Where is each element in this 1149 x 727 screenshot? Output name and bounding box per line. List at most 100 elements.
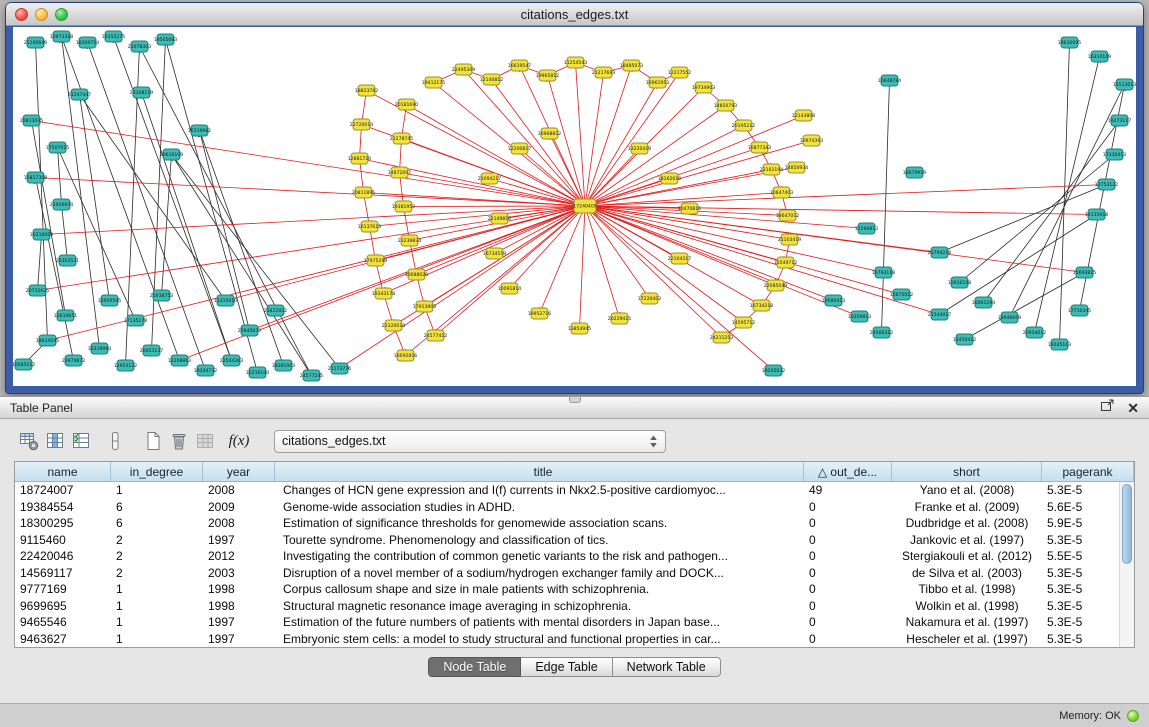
graph-node[interactable]: 19344732 [194, 365, 217, 376]
graph-node[interactable]: 16061294 [972, 297, 995, 308]
graph-node[interactable]: 19734903 [692, 82, 715, 93]
graph-node[interactable]: 17913903 [413, 301, 436, 312]
graph-node[interactable]: 24577412 [424, 330, 447, 341]
graph-node[interactable]: 12753122 [1095, 179, 1118, 190]
graph-node[interactable]: 18823762 [355, 85, 378, 96]
graph-node[interactable]: 17710345 [1068, 305, 1091, 316]
tab-edge-table[interactable]: Edge Table [521, 657, 612, 677]
float-panel-icon[interactable] [1100, 398, 1115, 417]
table-row[interactable]: 946554611997Estimation of the future num… [15, 614, 1134, 631]
table-mode-icon[interactable] [16, 429, 42, 453]
graph-node[interactable]: 19245103 [1048, 339, 1071, 350]
graph-node[interactable]: 23239834 [398, 235, 421, 246]
tab-network-table[interactable]: Network Table [613, 657, 721, 677]
graph-node[interactable]: 19952716 [528, 308, 551, 319]
graph-node[interactable]: 21103419 [778, 234, 801, 245]
graph-node[interactable]: 20053137 [140, 345, 163, 356]
graph-node[interactable]: 15549712 [774, 257, 797, 268]
graph-node[interactable]: 10916108 [948, 277, 971, 288]
graph-node[interactable]: 18309754 [76, 37, 99, 48]
graph-node[interactable]: 25038753 [150, 290, 173, 301]
graph-node[interactable]: 21926974 [50, 199, 73, 210]
column-header-out_degree[interactable]: △ out_de... [804, 462, 892, 481]
graph-node[interactable]: 17975299 [364, 255, 387, 266]
graph-node[interactable]: 18614545 [36, 335, 59, 346]
graph-node[interactable]: 11315010 [214, 295, 237, 306]
graph-node[interactable]: 10585012 [13, 359, 35, 370]
graph-node[interactable]: 11594813 [855, 223, 878, 234]
graph-node[interactable]: 10974393 [800, 135, 823, 146]
window-titlebar[interactable]: citations_edges.txt [6, 3, 1143, 26]
graph-node[interactable]: 22495309 [452, 64, 475, 75]
graph-node[interactable]: 18381903 [272, 360, 295, 371]
graph-node[interactable]: 18647012 [776, 210, 799, 221]
graph-node[interactable]: 19412175 [422, 77, 445, 88]
graph-node[interactable]: 21078303 [128, 41, 151, 52]
graph-node[interactable]: 16319994 [88, 343, 111, 354]
graph-node[interactable]: 15693815 [1073, 267, 1096, 278]
graph-node[interactable]: 12610651 [54, 310, 77, 321]
graph-node[interactable]: 10359813 [848, 311, 871, 322]
graph-node[interactable]: 21247447 [68, 89, 91, 100]
graph-node[interactable]: 18630095 [1058, 37, 1081, 48]
network-view[interactable]: 2516064910973318183097541615527521078303… [13, 27, 1136, 386]
graph-node[interactable]: 15817308 [24, 172, 47, 183]
scrollbar-thumb[interactable] [1122, 484, 1132, 564]
graph-node[interactable]: 20195212 [732, 120, 755, 131]
graph-node[interactable]: 16092816 [394, 350, 417, 361]
close-panel-icon[interactable]: ✕ [1127, 401, 1139, 415]
graph-node[interactable]: 19273117 [1108, 115, 1131, 126]
graph-node[interactable]: 10091814 [498, 283, 521, 294]
column-header-year[interactable]: year [203, 462, 275, 481]
graph-node[interactable]: 19580413 [822, 295, 845, 306]
graph-node[interactable]: 16877343 [748, 142, 771, 153]
column-header-name[interactable]: name [15, 462, 111, 481]
graph-node[interactable]: 20813035 [20, 115, 43, 126]
graph-node[interactable]: 14595712 [732, 317, 755, 328]
graph-node[interactable]: 17507915 [46, 142, 69, 153]
column-header-short[interactable]: short [892, 462, 1042, 481]
graph-node[interactable]: 16137613 [358, 221, 381, 232]
graph-node[interactable]: 19245032 [762, 365, 785, 376]
graph-node[interactable]: 24577245 [300, 370, 323, 381]
graph-node[interactable]: 23974872 [62, 355, 85, 366]
graph-node[interactable]: 19565683 [154, 34, 177, 45]
graph-node[interactable]: 14872007 [388, 167, 411, 178]
graph-node[interactable]: 16619547 [508, 60, 531, 71]
show-columns-icon[interactable] [42, 429, 68, 453]
graph-node[interactable]: 21217693 [592, 67, 615, 78]
graph-node[interactable]: 16310109 [1088, 51, 1111, 62]
graph-node[interactable]: 20732625 [26, 285, 49, 296]
graph-node[interactable]: 14850934 [785, 162, 808, 173]
graph-node[interactable]: 16734519 [483, 248, 506, 259]
close-button[interactable] [15, 8, 28, 21]
graph-node[interactable]: 12450412 [953, 334, 976, 345]
graph-node[interactable]: 22104317 [668, 253, 691, 264]
graph-node[interactable]: 21544017 [928, 309, 951, 320]
graph-node[interactable]: 15513013 [1113, 79, 1136, 90]
graph-node[interactable]: 15950595 [98, 295, 121, 306]
graph-node[interactable]: 16216104 [246, 367, 269, 378]
graph-node[interactable]: 21094217 [478, 173, 501, 184]
graph-node[interactable]: 16968812 [538, 128, 561, 139]
table-selector-dropdown[interactable]: citations_edges.txt [274, 430, 666, 453]
graph-node[interactable]: 24211253 [710, 332, 733, 343]
graph-node[interactable]: 18162610 [658, 173, 681, 184]
table-row[interactable]: 946362711997Embryonic stem cells: a mode… [15, 631, 1134, 648]
graph-node[interactable]: 12881720 [348, 153, 371, 164]
graph-node[interactable]: 12140812 [480, 74, 503, 85]
graph-node[interactable]: 18485073 [620, 60, 643, 71]
graph-node[interactable]: 20181690 [395, 99, 418, 110]
graph-node[interactable]: 23422022 [264, 305, 287, 316]
graph-node[interactable]: 25160649 [24, 37, 47, 48]
graph-node[interactable]: 22085049 [764, 280, 787, 291]
graph-node[interactable]: 18946609 [998, 312, 1021, 323]
graph-node[interactable]: 13854945 [568, 323, 591, 334]
zoom-button[interactable] [55, 8, 68, 21]
graph-node[interactable]: 17135278 [124, 315, 147, 326]
table-row[interactable]: 1456911722003Disruption of a novel membe… [15, 565, 1134, 582]
graph-node[interactable]: 14850793 [714, 100, 737, 111]
graph-node[interactable]: 11254543 [564, 57, 587, 68]
graph-node[interactable]: 17330413 [1103, 149, 1126, 160]
graph-node[interactable]: 10088020 [405, 269, 428, 280]
